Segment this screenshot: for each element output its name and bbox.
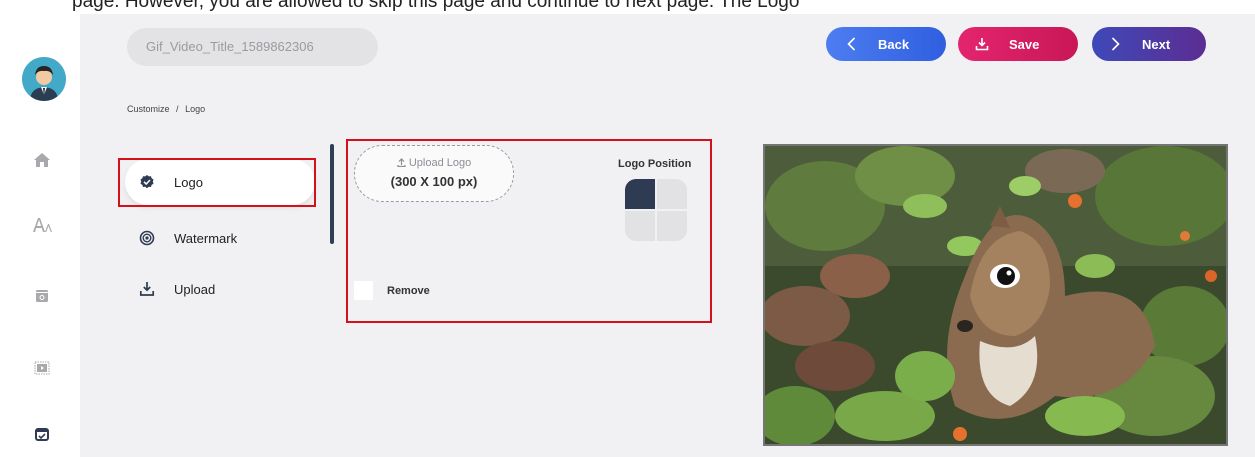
- text-size-icon[interactable]: [28, 211, 56, 239]
- squirrel-preview-image: [765, 146, 1226, 444]
- avatar[interactable]: [22, 57, 66, 101]
- chevron-right-icon: [1108, 37, 1122, 51]
- menu-divider: [330, 144, 334, 244]
- breadcrumb-separator: /: [176, 104, 179, 114]
- next-button[interactable]: Next: [1092, 27, 1206, 61]
- position-top-left[interactable]: [625, 179, 655, 209]
- menu-item-watermark[interactable]: Watermark: [125, 215, 315, 261]
- remove-label: Remove: [387, 285, 430, 297]
- menu-item-upload[interactable]: Upload: [125, 266, 315, 312]
- back-button[interactable]: Back: [826, 27, 946, 61]
- instruction-text-strip: page. However, you are allowed to skip t…: [0, 0, 1255, 14]
- download-icon: [975, 37, 989, 51]
- menu-item-label: Watermark: [174, 230, 238, 246]
- upload-logo-dropzone[interactable]: Upload Logo (300 X 100 px): [354, 145, 514, 202]
- logo-position-title: Logo Position: [618, 158, 692, 170]
- home-icon[interactable]: [28, 146, 56, 174]
- breadcrumb: Customize / Logo: [127, 104, 209, 114]
- left-sidebar: [0, 14, 80, 457]
- upload-logo-label: Upload Logo: [355, 157, 513, 169]
- menu-item-label: Logo: [174, 174, 203, 190]
- upload-small-icon: [397, 157, 409, 169]
- avatar-icon: [22, 57, 66, 101]
- menu-item-label: Upload: [174, 281, 216, 297]
- calendar-check-icon[interactable]: [28, 420, 56, 448]
- logo-position-grid: [625, 179, 687, 241]
- upload-icon: [139, 281, 155, 297]
- breadcrumb-parent[interactable]: Customize: [127, 104, 170, 114]
- media-card-icon[interactable]: [28, 282, 56, 310]
- video-preview: [763, 144, 1228, 446]
- remove-checkbox[interactable]: [354, 281, 373, 300]
- target-icon: [139, 230, 155, 246]
- video-frame-icon[interactable]: [28, 354, 56, 382]
- breadcrumb-current: Logo: [185, 104, 206, 114]
- instruction-text: page. However, you are allowed to skip t…: [72, 0, 800, 12]
- chevron-left-icon: [844, 37, 858, 51]
- next-button-label: Next: [1142, 36, 1171, 52]
- gif-title-field[interactable]: Gif_Video_Title_1589862306: [127, 28, 378, 66]
- position-bottom-right[interactable]: [657, 211, 687, 241]
- back-button-label: Back: [878, 36, 910, 52]
- save-button[interactable]: Save: [958, 27, 1078, 61]
- upload-size-hint: (300 X 100 px): [390, 174, 478, 189]
- upload-logo-text: Upload Logo: [408, 157, 472, 169]
- check-badge-icon: [139, 174, 155, 190]
- position-top-right[interactable]: [657, 179, 687, 209]
- save-button-label: Save: [1009, 36, 1040, 52]
- position-bottom-left[interactable]: [625, 211, 655, 241]
- menu-item-logo[interactable]: Logo: [125, 159, 315, 205]
